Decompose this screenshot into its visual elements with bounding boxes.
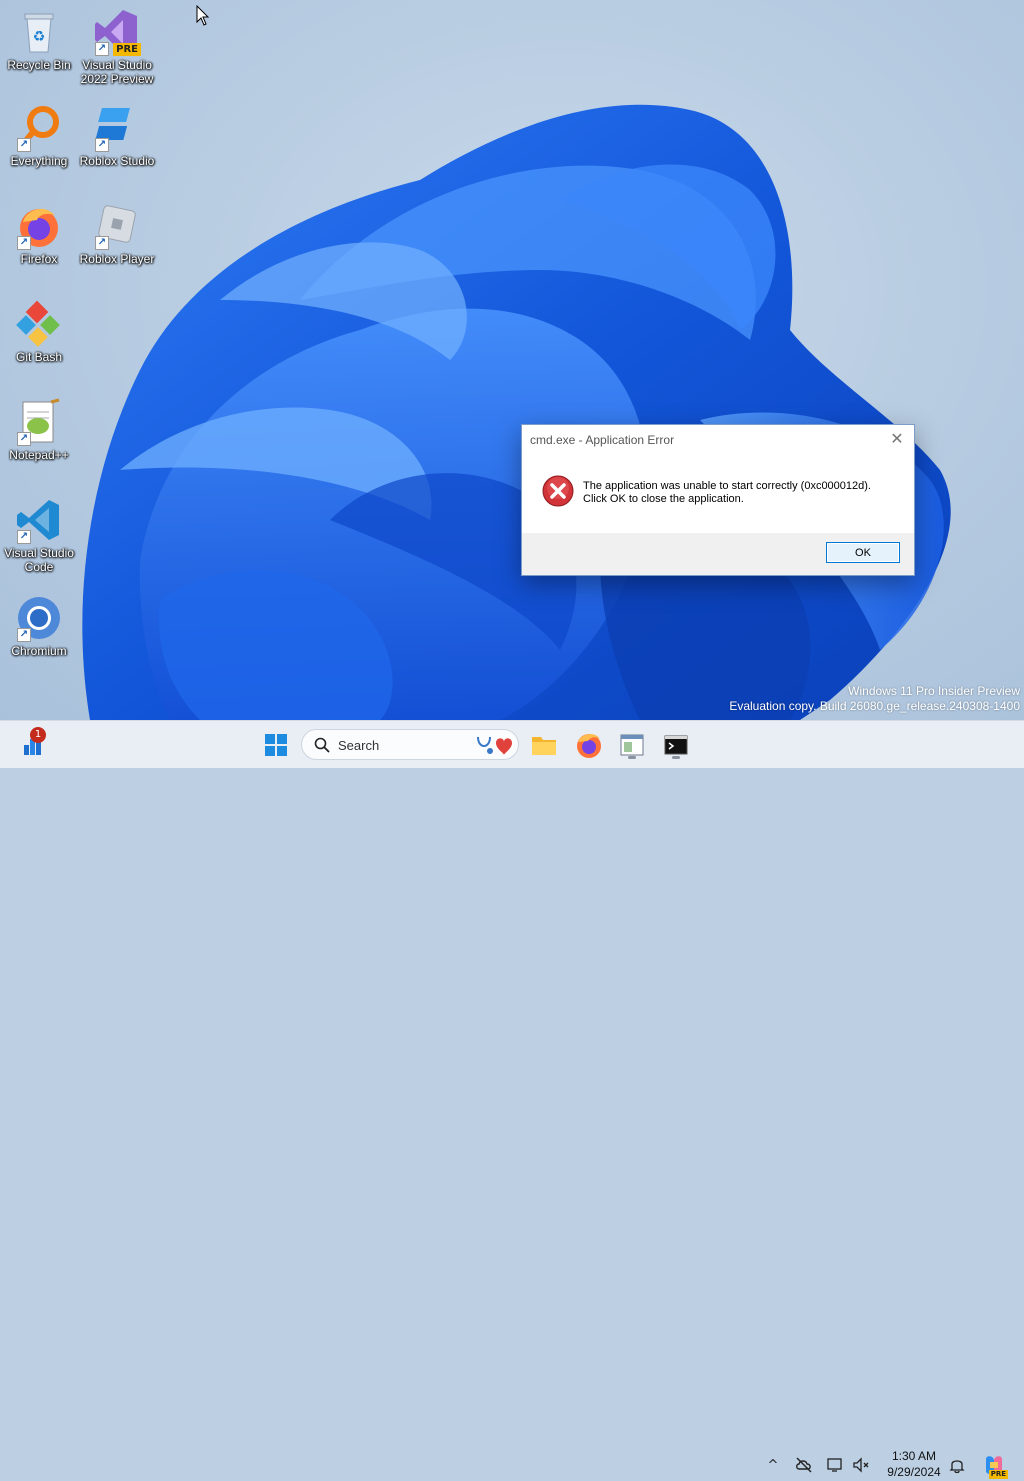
watermark-line1: Windows 11 Pro Insider Preview [848,684,1020,698]
cloud-offline-icon [796,1457,812,1473]
copilot-button[interactable]: PRE [982,1453,1008,1479]
shortcut-arrow-icon: ↗ [95,42,109,56]
svg-text:♻: ♻ [33,29,46,45]
search-placeholder: Search [338,738,380,753]
dialog-footer: OK [522,533,914,575]
firefox-icon [577,733,601,758]
dialog-message: The application was unable to start corr… [583,480,871,506]
close-icon[interactable]: ✕ [886,429,908,451]
desktop-icon-roblox-player[interactable]: ↗ Roblox Player [78,202,156,266]
shortcut-arrow-icon: ↗ [17,530,31,544]
display-status-button[interactable] [826,1456,844,1474]
taskbar: Search ^ 1:30 AM 9/29/2024 PRE [0,720,1024,1479]
dialog-message-line2: Click OK to close the application. [583,493,744,505]
running-indicator [628,756,636,759]
dialog-body: The application was unable to start corr… [522,455,914,531]
shortcut-arrow-icon: ↗ [95,236,109,250]
watermark-line2: Evaluation copy. Build 26080.ge_release.… [729,699,1020,713]
folder-icon [532,737,556,755]
desktop-icon-git-bash[interactable]: Git Bash [0,300,78,364]
desktop-icon-roblox-studio[interactable]: ↗ Roblox Studio [78,104,156,168]
desktop-icon-everything[interactable]: ↗ Everything [0,104,78,168]
shortcut-arrow-icon: ↗ [95,138,109,152]
running-indicator [672,756,680,759]
widgets-notification-badge: 1 [30,727,46,743]
desktop-icon-label: Visual Studio Code [4,546,74,574]
copilot-pre-badge: PRE [988,1470,1008,1479]
dialog-titlebar[interactable]: cmd.exe - Application Error ✕ [522,425,914,455]
start-button[interactable] [260,729,292,761]
dialog-message-line1: The application was unable to start corr… [583,480,871,492]
search-highlight-icon [477,736,512,755]
notifications-button[interactable] [948,1456,966,1474]
windows-logo-icon [265,734,287,756]
shortcut-arrow-icon: ↗ [17,236,31,250]
desktop-icon-label: Recycle Bin [7,58,71,72]
file-explorer-button[interactable] [528,729,560,761]
desktop-icon-firefox[interactable]: ↗ Firefox [0,202,78,266]
desktop-icon-notepad-plus-plus[interactable]: ↗ Notepad++ [0,398,78,462]
git-bash-icon [16,300,60,347]
network-status-button[interactable] [795,1456,813,1474]
desktop-icon-vscode[interactable]: ↗ Visual Studio Code [0,496,78,574]
clock-date: 9/29/2024 [887,1465,941,1479]
clock-time: 1:30 AM [891,1449,937,1463]
desktop: ♻ Recycle Bin ↗ Everything ↗ Firefox Git… [0,0,1024,720]
pre-badge: PRE [113,43,141,56]
chevron-up-icon: ^ [767,1458,779,1473]
ok-button[interactable]: OK [826,542,900,563]
taskbar-clock[interactable]: 1:30 AM 9/29/2024 [878,1448,950,1480]
search-icon [314,737,330,753]
firefox-taskbar-button[interactable] [573,729,605,761]
desktop-icon-label: Git Bash [15,350,63,364]
desktop-icon-label: Roblox Player [79,252,155,266]
desktop-icon-visual-studio-2022-preview[interactable]: ↗ PRE Visual Studio 2022 Preview [78,8,156,86]
desktop-icon-label: Notepad++ [9,448,69,462]
recycle-bin-icon: ♻ [24,13,54,53]
app-window-taskbar-button[interactable] [616,729,648,761]
desktop-icon-label: Firefox [20,252,58,266]
mouse-pointer-icon [196,5,210,26]
show-hidden-icons-button[interactable]: ^ [764,1456,782,1474]
desktop-icon-label: Chromium [11,644,67,658]
dialog-title: cmd.exe - Application Error [530,433,675,447]
sound-status-button[interactable] [852,1456,870,1474]
bell-icon [949,1460,965,1474]
desktop-icon-label: Everything [10,154,68,168]
terminal-taskbar-button[interactable] [660,729,692,761]
error-icon [542,475,574,507]
desktop-icon-chromium[interactable]: ↗ Chromium [0,594,78,658]
desktop-icon-label: Visual Studio 2022 Preview [80,58,154,86]
desktop-icon-recycle-bin[interactable]: ♻ Recycle Bin [0,8,78,72]
speaker-muted-icon [853,1457,869,1473]
taskbar-search-box[interactable]: Search [301,729,519,760]
evaluation-watermark: Windows 11 Pro Insider Preview Evaluatio… [729,684,1020,714]
application-error-dialog: cmd.exe - Application Error ✕ The applic… [521,424,915,576]
monitor-icon [827,1458,842,1472]
desktop-icon-label: Roblox Studio [79,154,155,168]
shortcut-arrow-icon: ↗ [17,628,31,642]
shortcut-arrow-icon: ↗ [17,432,31,446]
shortcut-arrow-icon: ↗ [17,138,31,152]
